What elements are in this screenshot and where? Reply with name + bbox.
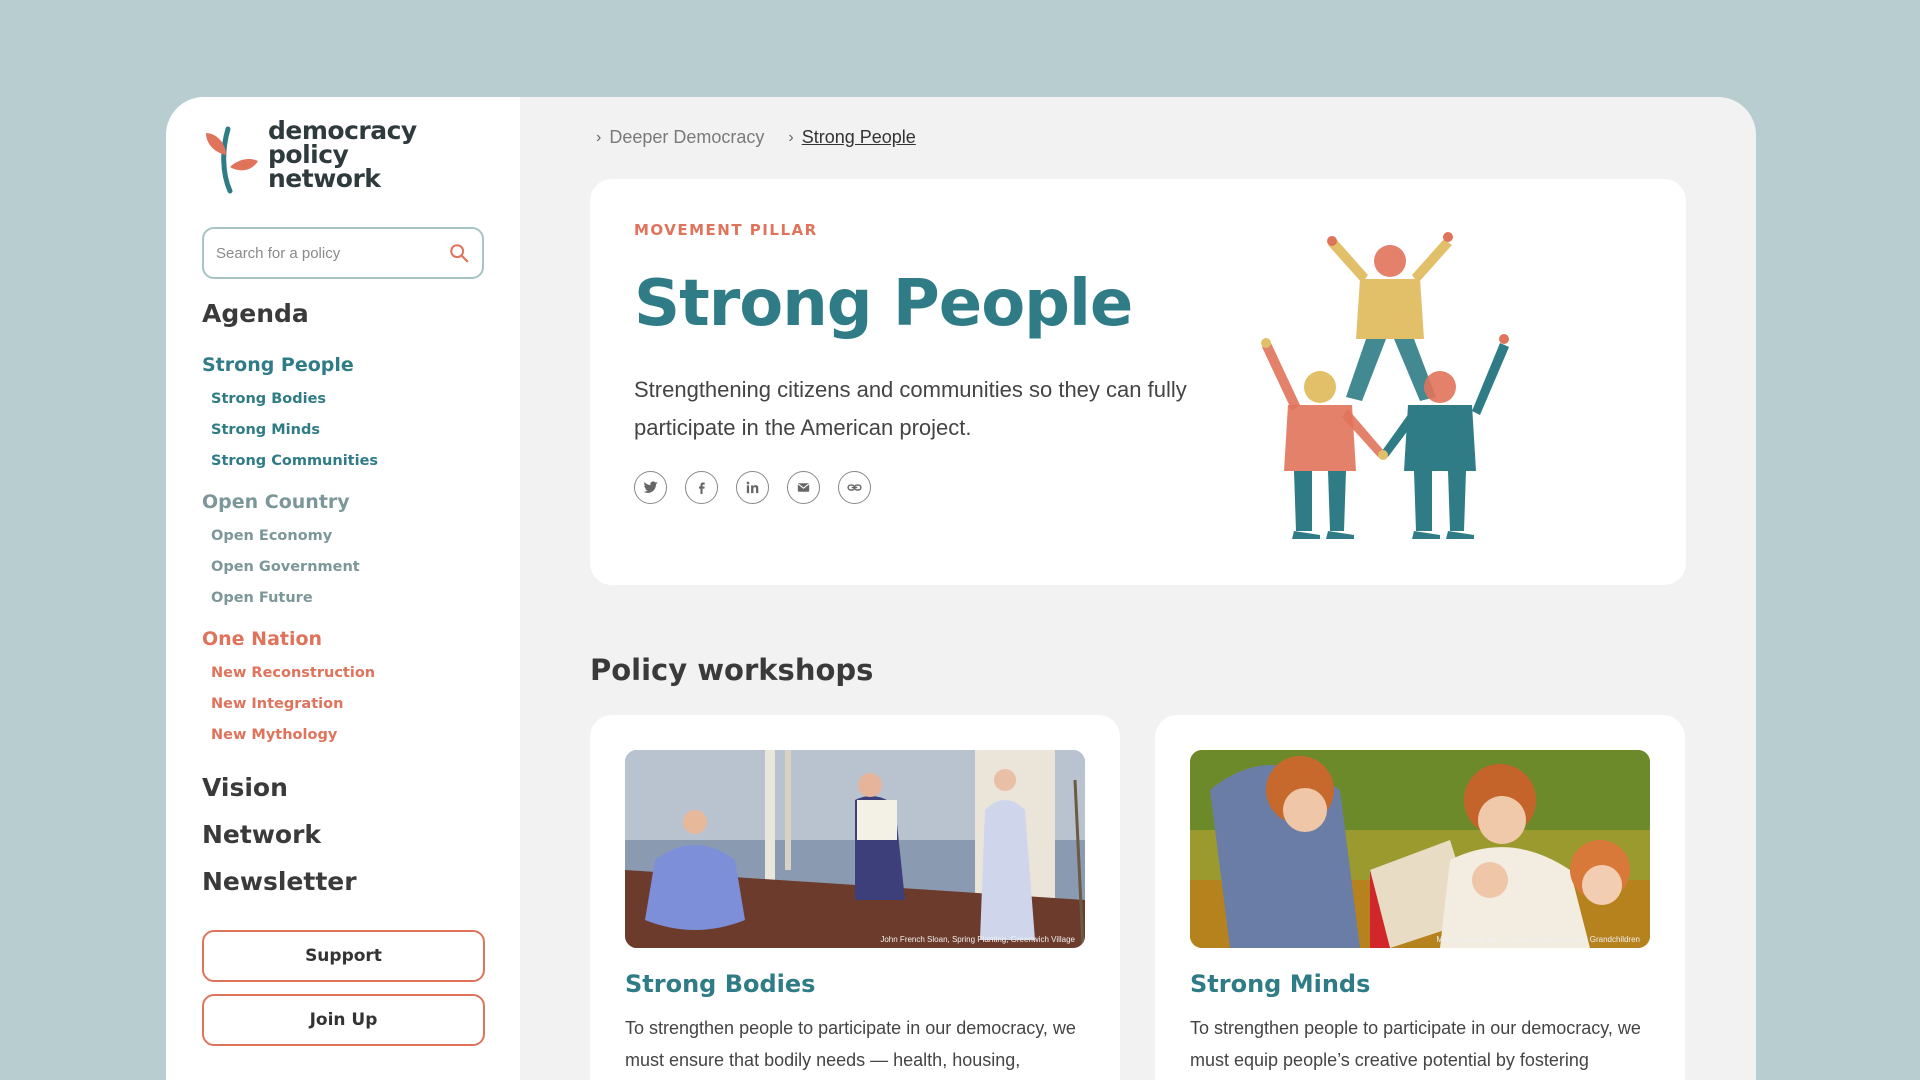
breadcrumb: › Deeper Democracy › Strong People (590, 127, 1686, 148)
link-icon[interactable] (838, 471, 871, 504)
nav-item-open-future[interactable]: Open Future (202, 590, 484, 606)
card-title[interactable]: Strong Bodies (625, 970, 1085, 998)
nav-link-newsletter[interactable]: Newsletter (202, 867, 484, 896)
nav-item-open-government[interactable]: Open Government (202, 559, 484, 575)
email-icon[interactable] (787, 471, 820, 504)
join-up-button[interactable]: Join Up (202, 994, 485, 1046)
hero-card: MOVEMENT PILLAR Strong People Strengthen… (590, 179, 1686, 585)
nav-group-strong-people[interactable]: Strong People (202, 354, 484, 376)
search-box (202, 227, 484, 279)
card-text: To strengthen people to participate in o… (625, 1018, 1076, 1070)
nav-group-one-nation[interactable]: One Nation (202, 628, 484, 650)
nav-group-open-country[interactable]: Open Country (202, 491, 484, 513)
search-input[interactable] (216, 244, 436, 262)
card-title[interactable]: Strong Minds (1190, 970, 1650, 998)
app-frame: democracy policy network Agenda Strong P… (166, 97, 1756, 1080)
sidebar: democracy policy network Agenda Strong P… (166, 97, 520, 1080)
painting-image: John French Sloan, Spring Planting, Gree… (625, 750, 1085, 948)
workshop-card-strong-bodies[interactable]: John French Sloan, Spring Planting, Gree… (590, 715, 1120, 1080)
nav-link-network[interactable]: Network (202, 820, 484, 849)
nav-agenda[interactable]: Agenda (202, 299, 484, 328)
sprout-logo-icon (206, 126, 258, 194)
chevron-right-icon: › (788, 128, 794, 146)
section-title-policy-workshops: Policy workshops (590, 653, 874, 687)
image-caption: John French Sloan, Spring Planting, Gree… (880, 935, 1075, 944)
brand-line-3: network (268, 164, 381, 193)
nav-item-strong-communities[interactable]: Strong Communities (202, 453, 484, 469)
image-caption: Mary Cassatt, Mrs. Cassatt Reading to he… (1436, 935, 1640, 944)
nav-item-new-reconstruction[interactable]: New Reconstruction (202, 665, 484, 681)
linkedin-icon[interactable] (736, 471, 769, 504)
search-icon[interactable] (448, 242, 470, 264)
nav-item-strong-minds[interactable]: Strong Minds (202, 422, 484, 438)
nav-item-strong-bodies[interactable]: Strong Bodies (202, 391, 484, 407)
hero-description: Strengthening citizens and communities s… (634, 377, 1187, 440)
workshop-card-strong-minds[interactable]: Mary Cassatt, Mrs. Cassatt Reading to he… (1155, 715, 1685, 1080)
support-button[interactable]: Support (202, 930, 485, 982)
workshop-cards: John French Sloan, Spring Planting, Gree… (590, 715, 1686, 1080)
nav-item-new-integration[interactable]: New Integration (202, 696, 484, 712)
main-content: › Deeper Democracy › Strong People MOVEM… (520, 97, 1756, 1080)
painting-image: Mary Cassatt, Mrs. Cassatt Reading to he… (1190, 750, 1650, 948)
facebook-icon[interactable] (685, 471, 718, 504)
people-pyramid-illustration (1261, 232, 1509, 539)
chevron-right-icon: › (596, 128, 602, 146)
logo[interactable]: democracy policy network (202, 118, 484, 197)
breadcrumb-item-strong-people[interactable]: Strong People (802, 127, 916, 148)
twitter-icon[interactable] (634, 471, 667, 504)
card-text: To strengthen people to participate in o… (1190, 1018, 1641, 1070)
breadcrumb-item-deeper-democracy[interactable]: Deeper Democracy (609, 127, 764, 148)
nav-item-new-mythology[interactable]: New Mythology (202, 727, 484, 743)
nav-link-vision[interactable]: Vision (202, 773, 484, 802)
nav-item-open-economy[interactable]: Open Economy (202, 528, 484, 544)
